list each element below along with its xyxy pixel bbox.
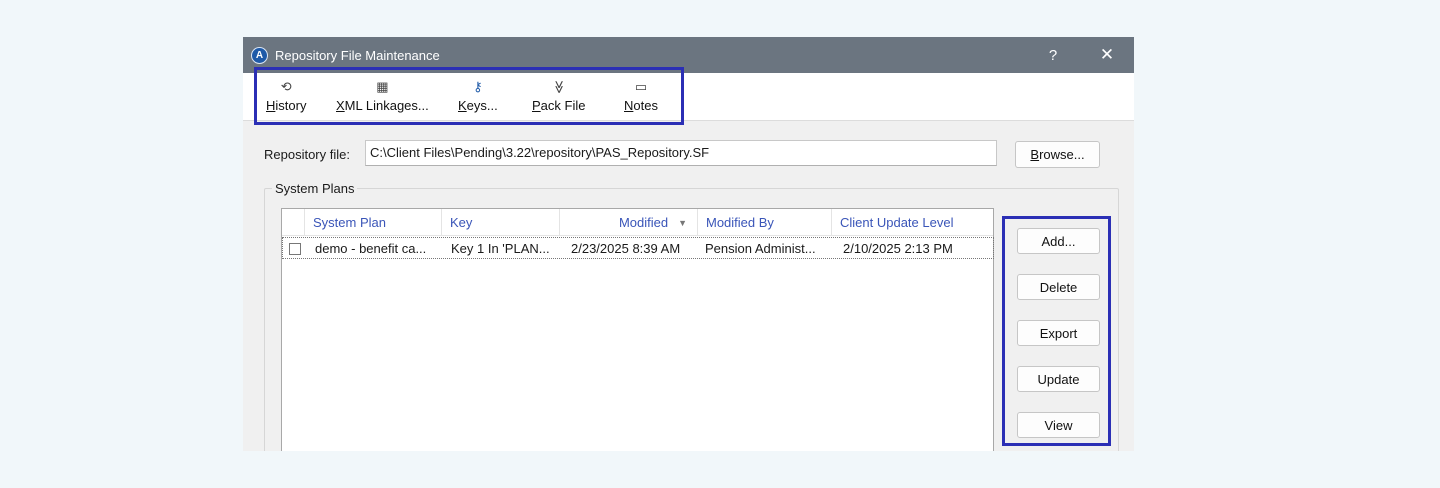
- header-checkbox-column: [282, 209, 305, 236]
- sort-descending-icon: ▼: [678, 217, 687, 228]
- close-button[interactable]: ✕: [1087, 37, 1127, 73]
- column-header-system-plan[interactable]: System Plan: [305, 209, 442, 236]
- cell-key: Key 1 In 'PLAN...: [451, 241, 550, 256]
- system-plans-list[interactable]: System Plan Key Modified ▼ Modified By Cl…: [281, 208, 994, 451]
- table-row[interactable]: demo - benefit ca... Key 1 In 'PLAN... 2…: [282, 237, 994, 259]
- list-header: System Plan Key Modified ▼ Modified By Cl…: [282, 209, 993, 236]
- cell-modified-by: Pension Administ...: [705, 241, 816, 256]
- browse-button[interactable]: Browse...: [1015, 141, 1100, 168]
- action-buttons-highlight-box: [1002, 216, 1111, 446]
- window-title: Repository File Maintenance: [275, 47, 440, 63]
- column-header-modified[interactable]: Modified ▼: [560, 209, 698, 236]
- cell-system-plan: demo - benefit ca...: [315, 241, 427, 256]
- app-logo-icon: A: [251, 46, 268, 64]
- column-header-client-update-level[interactable]: Client Update Level: [832, 209, 994, 236]
- system-plans-group-label: System Plans: [272, 181, 358, 196]
- help-button[interactable]: ?: [1033, 37, 1073, 73]
- cell-modified: 2/23/2025 8:39 AM: [571, 241, 681, 256]
- repository-file-label: Repository file:: [264, 147, 350, 162]
- row-checkbox[interactable]: [289, 243, 301, 255]
- column-header-key[interactable]: Key: [442, 209, 560, 236]
- repository-file-input[interactable]: C:\Client Files\Pending\3.22\repository\…: [365, 140, 997, 166]
- cell-client-update-level: 2/10/2025 2:13 PM: [843, 241, 953, 256]
- column-header-modified-by[interactable]: Modified By: [698, 209, 832, 236]
- toolbar-highlight-box: [254, 67, 684, 125]
